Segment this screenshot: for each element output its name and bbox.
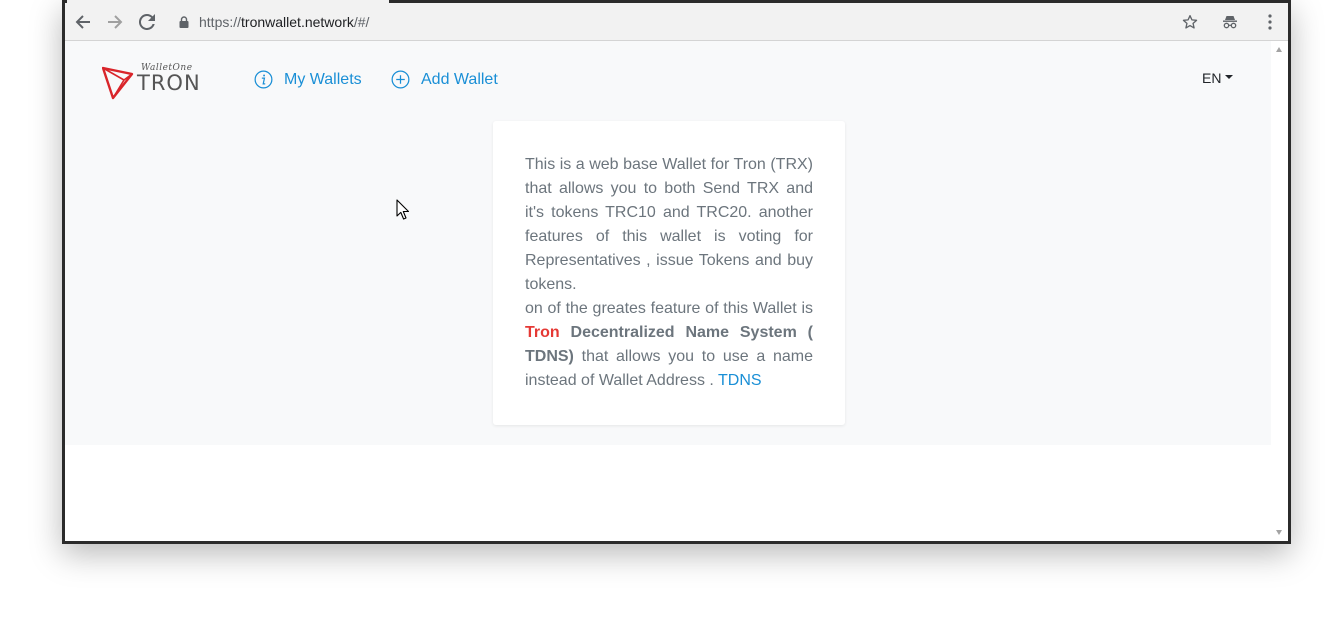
- caret-down-icon: [1225, 75, 1234, 79]
- scroll-down-arrow-icon[interactable]: [1276, 530, 1282, 535]
- back-button[interactable]: [69, 8, 97, 36]
- forward-button[interactable]: [101, 8, 129, 36]
- browser-menu-button[interactable]: [1256, 8, 1284, 36]
- url-path: /#/: [353, 13, 370, 30]
- intro-paragraph-1: This is a web base Wallet for Tron (TRX)…: [525, 156, 813, 293]
- url-host: tronwallet.network: [241, 13, 354, 30]
- back-arrow-icon: [75, 14, 90, 29]
- info-circle-icon: [254, 70, 273, 89]
- nav-my-wallets-label: My Wallets: [284, 70, 362, 88]
- language-label: EN: [1202, 70, 1222, 86]
- nav-add-wallet[interactable]: Add Wallet: [391, 70, 498, 89]
- reload-icon: [139, 13, 155, 30]
- lock-icon: [179, 15, 189, 28]
- tron-logo-icon: [102, 66, 134, 100]
- browser-toolbar: https://tronwallet.network/#/: [65, 3, 1288, 41]
- reload-button[interactable]: [133, 8, 161, 36]
- mouse-cursor-icon: [396, 199, 410, 220]
- incognito-icon: [1223, 15, 1237, 28]
- bookmark-button[interactable]: [1176, 8, 1204, 36]
- scroll-up-arrow-icon[interactable]: [1276, 47, 1282, 52]
- p2-lead: on of the greates feature of this Wallet…: [525, 300, 813, 317]
- url-scheme: https://: [199, 13, 242, 30]
- plus-circle-icon: [391, 70, 410, 89]
- site-navbar: WalletOne TRON My Wallets Add Wallet EN: [65, 41, 1271, 121]
- star-icon: [1182, 14, 1198, 29]
- brand-name: TRON: [137, 71, 201, 95]
- site-main: WalletOne TRON My Wallets Add Wallet EN …: [65, 41, 1271, 445]
- language-dropdown[interactable]: EN: [1202, 70, 1234, 86]
- page-viewport: WalletOne TRON My Wallets Add Wallet EN …: [65, 41, 1271, 541]
- intro-card: This is a web base Wallet for Tron (TRX)…: [493, 121, 845, 425]
- incognito-indicator[interactable]: [1216, 8, 1244, 36]
- nav-add-wallet-label: Add Wallet: [421, 70, 498, 88]
- tdns-link[interactable]: TDNS: [718, 372, 762, 389]
- intro-paragraph-2: on of the greates feature of this Wallet…: [525, 297, 813, 393]
- brand-logo[interactable]: WalletOne TRON: [102, 63, 206, 101]
- tron-highlight: Tron: [525, 324, 560, 341]
- menu-kebab-icon: [1268, 13, 1272, 30]
- address-bar[interactable]: https://tronwallet.network/#/: [169, 8, 1164, 36]
- vertical-scrollbar[interactable]: [1271, 41, 1288, 541]
- forward-arrow-icon: [108, 14, 123, 29]
- nav-my-wallets[interactable]: My Wallets: [254, 70, 362, 89]
- browser-window: https://tronwallet.network/#/ WalletOne …: [62, 0, 1291, 544]
